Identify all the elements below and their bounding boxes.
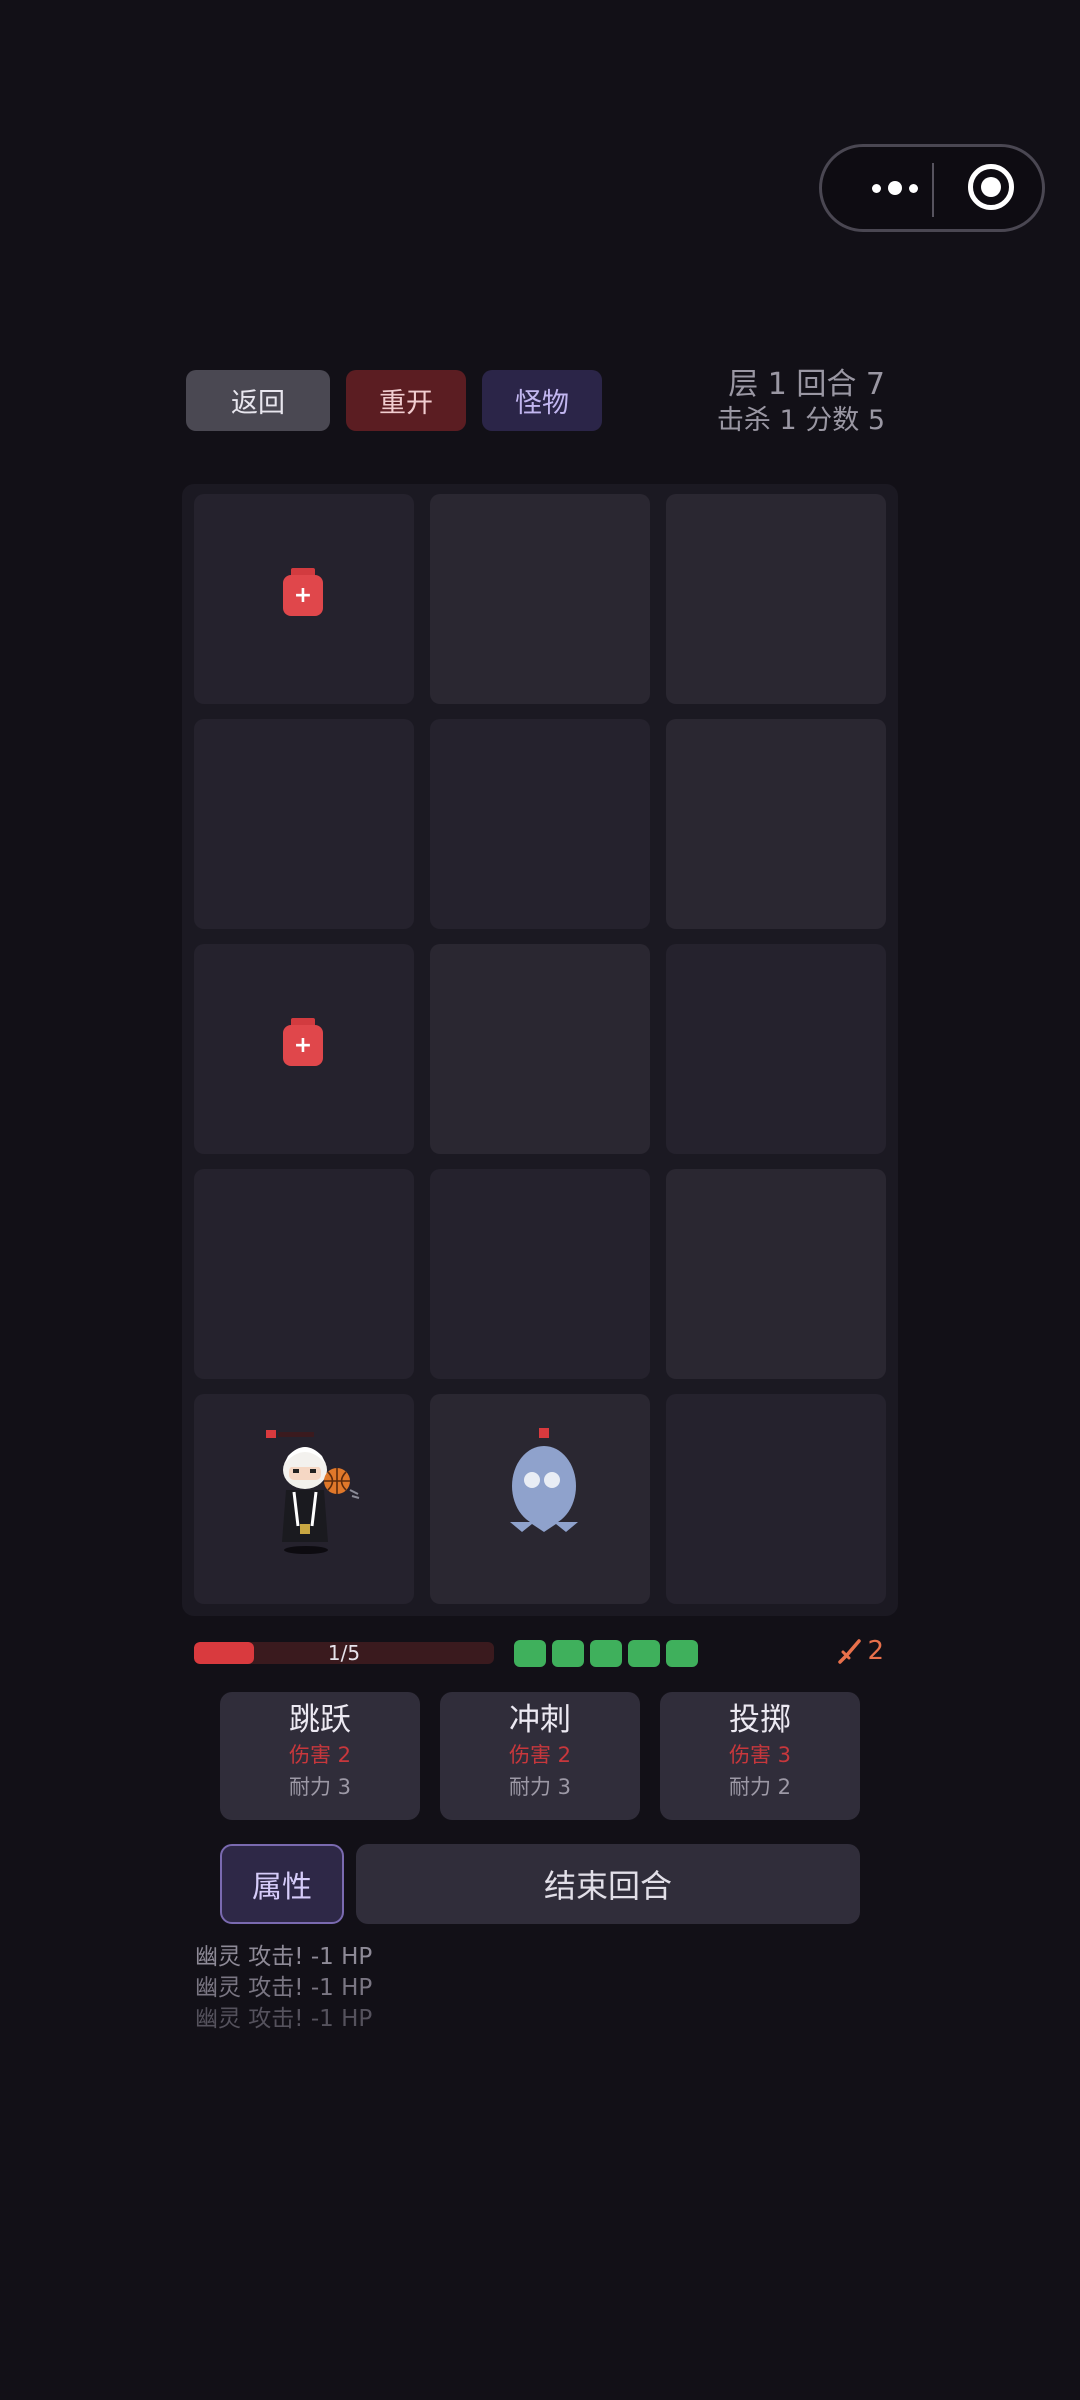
log-entry: 幽灵 攻击! -1 HP (195, 1975, 373, 2001)
log-entry: 幽灵 攻击! -1 HP (195, 2006, 373, 2032)
hp-text: 1/5 (327, 1642, 361, 1664)
skill-jump-button[interactable]: 跳跃 伤害 2 耐力 3 (220, 1692, 420, 1820)
board-cell[interactable] (430, 1169, 650, 1379)
health-potion-icon[interactable]: + (283, 1018, 323, 1066)
close-target-icon[interactable] (968, 164, 1014, 210)
skill-damage: 伤害 2 (288, 1743, 352, 1767)
skill-damage: 伤害 2 (508, 1743, 572, 1767)
board-cell[interactable] (194, 719, 414, 929)
board-cell[interactable]: + (194, 944, 414, 1154)
monster-button[interactable]: 怪物 (482, 370, 602, 431)
board-cell[interactable]: + (194, 494, 414, 704)
attack-value: 2 (867, 1636, 884, 1666)
board-cell[interactable] (666, 494, 886, 704)
restart-button[interactable]: 重开 (346, 370, 466, 431)
ghost-enemy[interactable] (508, 1428, 580, 1540)
stats-panel: 层 1 回合 7 击杀 1 分数 5 (717, 366, 885, 438)
board-cell[interactable] (666, 719, 886, 929)
energy-pip (552, 1640, 584, 1667)
skill-name: 冲刺 (509, 1702, 571, 1738)
sword-icon (838, 1639, 862, 1664)
energy-pip (666, 1640, 698, 1667)
energy-pips (514, 1640, 698, 1667)
kills-score-text: 击杀 1 分数 5 (716, 405, 885, 436)
hp-bar: 1/5 (194, 1642, 494, 1664)
attack-stat: 2 (837, 1636, 884, 1666)
skill-name: 投掷 (729, 1702, 791, 1738)
skill-stamina: 耐力 3 (508, 1775, 572, 1799)
game-board: + + (182, 484, 898, 1616)
log-entry: 幽灵 攻击! -1 HP (195, 1944, 373, 1970)
energy-pip (590, 1640, 622, 1667)
skill-stamina: 耐力 2 (728, 1775, 792, 1799)
back-button[interactable]: 返回 (186, 370, 330, 431)
energy-pip (628, 1640, 660, 1667)
board-cell[interactable] (430, 719, 650, 929)
end-turn-button[interactable]: 结束回合 (356, 1844, 860, 1924)
combat-log: 幽灵 攻击! -1 HP 幽灵 攻击! -1 HP 幽灵 攻击! -1 HP (195, 1942, 372, 2035)
capsule-menu (819, 144, 1045, 232)
board-cell[interactable] (194, 1394, 414, 1604)
health-potion-icon[interactable]: + (283, 568, 323, 616)
board-cell[interactable] (430, 1394, 650, 1604)
skill-name: 跳跃 (289, 1702, 351, 1738)
skill-damage: 伤害 3 (728, 1743, 792, 1767)
board-cell[interactable] (430, 494, 650, 704)
capsule-divider (932, 163, 934, 217)
board-cell[interactable] (666, 944, 886, 1154)
skill-dash-button[interactable]: 冲刺 伤害 2 耐力 3 (440, 1692, 640, 1820)
player-character[interactable] (264, 1426, 364, 1556)
board-cell[interactable] (194, 1169, 414, 1379)
board-cell[interactable] (666, 1394, 886, 1604)
skill-stamina: 耐力 3 (288, 1775, 352, 1799)
board-cell[interactable] (430, 944, 650, 1154)
attributes-button[interactable]: 属性 (220, 1844, 344, 1924)
skill-throw-button[interactable]: 投掷 伤害 3 耐力 2 (660, 1692, 860, 1820)
energy-pip (514, 1640, 546, 1667)
board-cell[interactable] (666, 1169, 886, 1379)
floor-turn-text: 层 1 回合 7 (728, 367, 885, 402)
